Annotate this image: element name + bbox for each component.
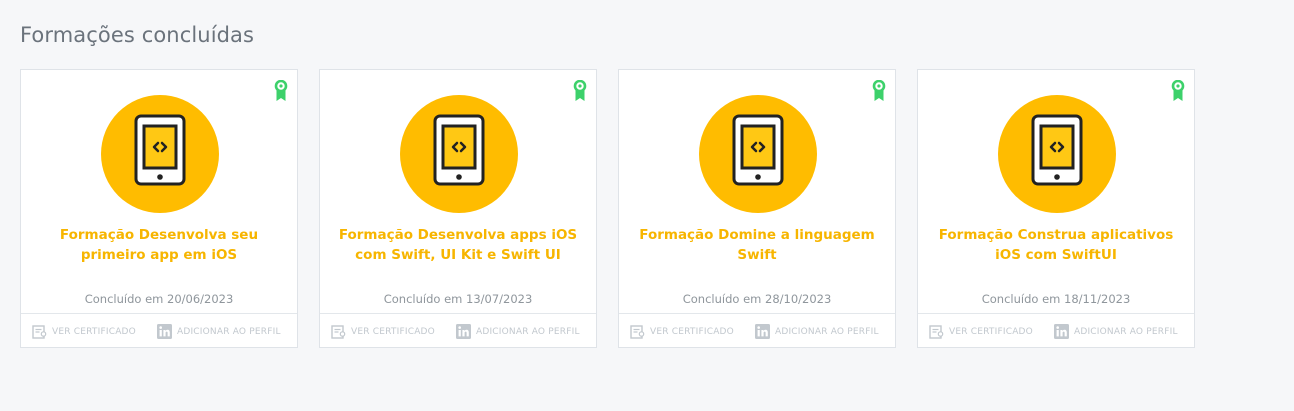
add-to-profile-button[interactable]: ADICIONAR AO PERFIL [156,324,281,339]
view-certificate-label: VER CERTIFICADO [949,326,1033,337]
linkedin-icon [156,324,172,339]
course-title[interactable]: Formação Desenvolva seu primeiro app em … [37,225,281,265]
completion-date: Concluído em 18/11/2023 [981,292,1131,306]
course-icon-badge [699,95,817,213]
completion-date: Concluído em 28/10/2023 [682,292,832,306]
award-ribbon-icon [274,80,288,101]
completed-courses-list: Formação Desenvolva seu primeiro app em … [20,69,1195,348]
course-title[interactable]: Formação Construa aplicativos iOS com Sw… [934,225,1178,265]
view-certificate-label: VER CERTIFICADO [52,326,136,337]
card-actions: VER CERTIFICADO ADICIONAR AO PERFIL [918,313,1194,349]
certificate-icon [32,324,47,339]
completion-date: Concluído em 20/06/2023 [84,292,234,306]
course-icon-badge [998,95,1116,213]
course-card[interactable]: Formação Desenvolva apps iOS com Swift, … [319,69,597,348]
linkedin-icon [1053,324,1069,339]
card-actions: VER CERTIFICADO ADICIONAR AO PERFIL [21,313,297,349]
certificate-icon [630,324,645,339]
course-title[interactable]: Formação Desenvolva apps iOS com Swift, … [336,225,580,265]
award-ribbon-icon [573,80,587,101]
course-title[interactable]: Formação Domine a linguagem Swift [635,225,879,265]
add-to-profile-label: ADICIONAR AO PERFIL [774,326,879,337]
certificate-icon [331,324,346,339]
phone-code-icon [433,114,485,186]
phone-code-icon [732,114,784,186]
view-certificate-button[interactable]: VER CERTIFICADO [929,324,1033,339]
view-certificate-button[interactable]: VER CERTIFICADO [630,324,734,339]
add-to-profile-label: ADICIONAR AO PERFIL [475,326,580,337]
linkedin-icon [754,324,770,339]
add-to-profile-button[interactable]: ADICIONAR AO PERFIL [754,324,879,339]
add-to-profile-label: ADICIONAR AO PERFIL [1073,326,1178,337]
course-card[interactable]: Formação Domine a linguagem Swift Conclu… [618,69,896,348]
view-certificate-label: VER CERTIFICADO [650,326,734,337]
section-title: Formações concluídas [20,23,255,47]
certificate-icon [929,324,944,339]
view-certificate-button[interactable]: VER CERTIFICADO [331,324,435,339]
add-to-profile-button[interactable]: ADICIONAR AO PERFIL [455,324,580,339]
course-card[interactable]: Formação Construa aplicativos iOS com Sw… [917,69,1195,348]
add-to-profile-label: ADICIONAR AO PERFIL [176,326,281,337]
award-ribbon-icon [872,80,886,101]
course-icon-badge [101,95,219,213]
view-certificate-button[interactable]: VER CERTIFICADO [32,324,136,339]
completion-date: Concluído em 13/07/2023 [383,292,533,306]
view-certificate-label: VER CERTIFICADO [351,326,435,337]
award-ribbon-icon [1171,80,1185,101]
card-actions: VER CERTIFICADO ADICIONAR AO PERFIL [320,313,596,349]
card-actions: VER CERTIFICADO ADICIONAR AO PERFIL [619,313,895,349]
course-card[interactable]: Formação Desenvolva seu primeiro app em … [20,69,298,348]
course-icon-badge [400,95,518,213]
linkedin-icon [455,324,471,339]
add-to-profile-button[interactable]: ADICIONAR AO PERFIL [1053,324,1178,339]
phone-code-icon [134,114,186,186]
phone-code-icon [1031,114,1083,186]
